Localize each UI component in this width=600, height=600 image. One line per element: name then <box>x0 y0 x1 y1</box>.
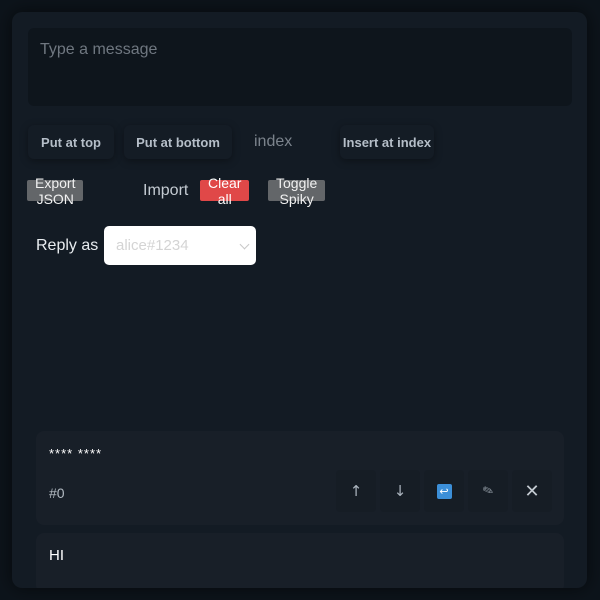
insert-at-index-button[interactable]: Insert at index <box>340 125 434 159</box>
arrow-down-icon: ↓ <box>393 482 407 500</box>
move-down-button[interactable]: ↓ <box>380 470 420 512</box>
message-card: HI <box>36 533 564 588</box>
close-icon: ✕ <box>524 480 540 502</box>
arrow-up-icon: ↑ <box>349 482 363 500</box>
move-up-button[interactable]: ↑ <box>336 470 376 512</box>
import-button[interactable]: Import <box>135 179 196 202</box>
message-input[interactable] <box>28 28 572 106</box>
delete-button[interactable]: ✕ <box>512 470 552 512</box>
put-at-bottom-button[interactable]: Put at bottom <box>124 125 232 159</box>
message-actions: ↑ ↓ ↩ ✎ ✕ <box>36 470 564 512</box>
pencil-icon: ✎ <box>480 482 496 500</box>
reply-as-value: alice#1234 <box>116 237 189 254</box>
reply-icon: ↩ <box>436 483 452 499</box>
edit-button[interactable]: ✎ <box>468 470 508 512</box>
clear-all-button[interactable]: Clear all <box>200 175 250 207</box>
message-text: **** **** <box>49 446 103 461</box>
reply-as-select[interactable]: alice#1234 <box>104 226 256 265</box>
put-at-top-button[interactable]: Put at top <box>28 125 114 159</box>
reply-button[interactable]: ↩ <box>424 470 464 512</box>
chevron-down-icon <box>239 239 250 250</box>
reply-as-label: Reply as <box>36 237 99 254</box>
index-input[interactable] <box>242 125 334 159</box>
toggle-spiky-button[interactable]: Toggle Spiky <box>268 175 326 207</box>
export-json-button[interactable]: Export JSON <box>27 175 84 207</box>
message-card: **** **** #0 ↑ ↓ ↩ ✎ ✕ <box>36 431 564 525</box>
chat-app: Put at top Put at bottom Insert at index… <box>12 12 587 588</box>
message-text: HI <box>49 547 64 564</box>
